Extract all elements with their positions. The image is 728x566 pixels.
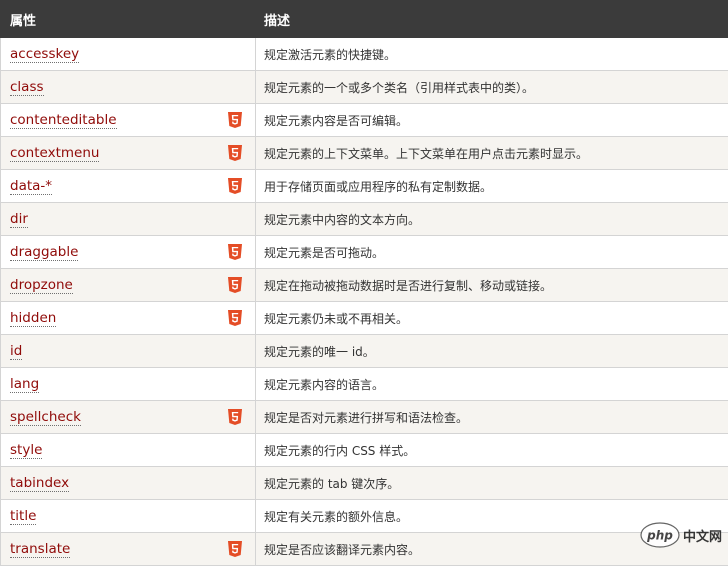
html5-icon	[228, 244, 242, 260]
attribute-description: 规定元素是否可拖动。	[255, 235, 728, 269]
attribute-link[interactable]: draggable	[10, 244, 79, 261]
html5-icon	[228, 409, 242, 425]
table-row: dropzone 规定在拖动被拖动数据时是否进行复制、移动或链接。	[0, 268, 728, 302]
table-row: contextmenu 规定元素的上下文菜单。上下文菜单在用户点击元素时显示。	[0, 136, 728, 170]
attribute-link[interactable]: accesskey	[10, 46, 80, 63]
attribute-link[interactable]: contenteditable	[10, 112, 117, 129]
attribute-name-cell: class	[0, 70, 256, 104]
attribute-name-cell: translate	[0, 532, 256, 566]
header-attribute: 属性	[0, 0, 256, 38]
watermark-logo-text: php	[646, 529, 673, 543]
attribute-name-cell: contextmenu	[0, 136, 256, 170]
table-row: draggable 规定元素是否可拖动。	[0, 235, 728, 269]
attribute-description: 规定元素中内容的文本方向。	[255, 202, 728, 236]
attribute-description: 规定元素的 tab 键次序。	[255, 466, 728, 500]
page: 属性 描述 accesskey 规定激活元素的快捷键。 class 规定元素的一个或多…	[0, 0, 728, 566]
table-row: dir 规定元素中内容的文本方向。	[0, 202, 728, 236]
table-row: accesskey 规定激活元素的快捷键。	[0, 37, 728, 71]
attribute-description: 规定在拖动被拖动数据时是否进行复制、移动或链接。	[255, 268, 728, 302]
table-row: tabindex 规定元素的 tab 键次序。	[0, 466, 728, 500]
attribute-description: 规定元素的一个或多个类名（引用样式表中的类）。	[255, 70, 728, 104]
attribute-link[interactable]: dropzone	[10, 277, 73, 294]
attribute-name-cell: dir	[0, 202, 256, 236]
html5-icon	[228, 541, 242, 557]
attribute-description: 用于存储页面或应用程序的私有定制数据。	[255, 169, 728, 203]
attribute-name-cell: accesskey	[0, 37, 256, 71]
html5-icon	[228, 310, 242, 326]
attribute-link[interactable]: class	[10, 79, 44, 96]
attribute-name-cell: contenteditable	[0, 103, 256, 137]
attribute-name-cell: lang	[0, 367, 256, 401]
attribute-name-cell: draggable	[0, 235, 256, 269]
table-row: spellcheck 规定是否对元素进行拼写和语法检查。	[0, 400, 728, 434]
html5-icon	[228, 112, 242, 128]
attribute-link[interactable]: translate	[10, 541, 71, 558]
attribute-link[interactable]: contextmenu	[10, 145, 100, 162]
attribute-description: 规定元素内容是否可编辑。	[255, 103, 728, 137]
html5-icon	[228, 145, 242, 161]
attribute-name-cell: id	[0, 334, 256, 368]
attribute-link[interactable]: tabindex	[10, 475, 70, 492]
table-row: style 规定元素的行内 CSS 样式。	[0, 433, 728, 467]
attribute-description: 规定元素的上下文菜单。上下文菜单在用户点击元素时显示。	[255, 136, 728, 170]
attributes-table: 属性 描述 accesskey 规定激活元素的快捷键。 class 规定元素的一个或多…	[0, 0, 728, 566]
php-logo-icon: php	[640, 522, 680, 548]
attribute-name-cell: title	[0, 499, 256, 533]
attribute-link[interactable]: lang	[10, 376, 40, 393]
attribute-description: 规定是否对元素进行拼写和语法检查。	[255, 400, 728, 434]
attribute-link[interactable]: dir	[10, 211, 28, 228]
attribute-link[interactable]: title	[10, 508, 37, 525]
attribute-link[interactable]: style	[10, 442, 43, 459]
attribute-link[interactable]: hidden	[10, 310, 57, 327]
table-header-row: 属性 描述	[0, 0, 728, 38]
attribute-name-cell: spellcheck	[0, 400, 256, 434]
attribute-link[interactable]: data-*	[10, 178, 53, 195]
table-row: title 规定有关元素的额外信息。	[0, 499, 728, 533]
table-row: lang 规定元素内容的语言。	[0, 367, 728, 401]
attribute-name-cell: tabindex	[0, 466, 256, 500]
attribute-description: 规定元素的唯一 id。	[255, 334, 728, 368]
attribute-name-cell: hidden	[0, 301, 256, 335]
attribute-name-cell: dropzone	[0, 268, 256, 302]
table-row: contenteditable 规定元素内容是否可编辑。	[0, 103, 728, 137]
attribute-name-cell: data-*	[0, 169, 256, 203]
table-body: accesskey 规定激活元素的快捷键。 class 规定元素的一个或多个类名（引用…	[0, 37, 728, 566]
attribute-description: 规定元素内容的语言。	[255, 367, 728, 401]
html5-icon	[228, 277, 242, 293]
table-row: data-* 用于存储页面或应用程序的私有定制数据。	[0, 169, 728, 203]
attribute-link[interactable]: id	[10, 343, 23, 360]
header-description: 描述	[255, 0, 728, 38]
watermark-site-text: 中文网	[682, 529, 722, 545]
html5-icon	[228, 178, 242, 194]
watermark: php 中文网	[640, 522, 722, 548]
attribute-link[interactable]: spellcheck	[10, 409, 81, 426]
attribute-description: 规定元素仍未或不再相关。	[255, 301, 728, 335]
table-row: translate 规定是否应该翻译元素内容。	[0, 532, 728, 566]
table-row: class 规定元素的一个或多个类名（引用样式表中的类）。	[0, 70, 728, 104]
attribute-description: 规定激活元素的快捷键。	[255, 37, 728, 71]
table-row: id 规定元素的唯一 id。	[0, 334, 728, 368]
attribute-name-cell: style	[0, 433, 256, 467]
attribute-description: 规定元素的行内 CSS 样式。	[255, 433, 728, 467]
table-row: hidden 规定元素仍未或不再相关。	[0, 301, 728, 335]
